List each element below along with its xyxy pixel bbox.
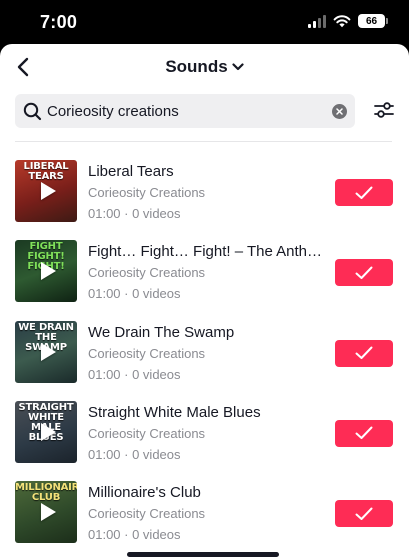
sound-list-item[interactable]: FIGHT FIGHT! FIGHT! Fight… Fight… Fight!… bbox=[0, 238, 409, 318]
album-cover[interactable]: FIGHT FIGHT! FIGHT! bbox=[15, 240, 77, 303]
status-icons: 66 bbox=[308, 14, 388, 28]
sound-list-item[interactable]: LIBERAL TEARS Liberal Tears Corieosity C… bbox=[0, 158, 409, 238]
sounds-sheet: Sounds Corieosity creations LIBERAL TEAR… bbox=[0, 44, 409, 560]
divider bbox=[15, 141, 392, 142]
select-sound-button[interactable] bbox=[335, 500, 393, 528]
sound-meta: 01:00 · 0 videos bbox=[88, 446, 181, 462]
search-icon bbox=[22, 101, 42, 121]
album-cover[interactable]: WE DRAIN THE SWAMP bbox=[15, 320, 77, 383]
sound-artist: Corieosity Creations bbox=[88, 506, 206, 522]
page-title-label: Sounds bbox=[165, 57, 228, 76]
sound-list-item[interactable]: STRAIGHT WHITE MALE BLUES Straight White… bbox=[0, 399, 409, 479]
sound-list-item[interactable]: MILLIONAIRE'S CLUB Millionaire's Club Co… bbox=[0, 479, 409, 559]
checkmark-icon bbox=[355, 346, 373, 360]
play-icon[interactable] bbox=[41, 262, 56, 281]
home-indicator bbox=[127, 552, 279, 557]
cellular-signal-icon bbox=[308, 14, 326, 28]
sound-list-item[interactable]: WE DRAIN THE SWAMP We Drain The Swamp Co… bbox=[0, 319, 409, 399]
status-bar: 7:00 66 bbox=[0, 0, 409, 44]
album-cover-text: LIBERAL TEARS bbox=[23, 161, 69, 182]
play-icon[interactable] bbox=[41, 422, 56, 441]
sound-list: LIBERAL TEARS Liberal Tears Corieosity C… bbox=[0, 158, 409, 559]
search-box bbox=[15, 94, 355, 128]
wifi-icon bbox=[333, 15, 351, 28]
sound-meta: 01:00 · 0 videos bbox=[88, 527, 181, 543]
status-time: 7:00 bbox=[40, 12, 78, 32]
sound-title[interactable]: Millionaire's Club bbox=[88, 484, 328, 501]
select-sound-button[interactable] bbox=[335, 339, 393, 367]
chevron-down-icon bbox=[232, 63, 244, 71]
sound-meta: 01:00 · 0 videos bbox=[88, 286, 181, 302]
sounds-dropdown[interactable]: Sounds bbox=[165, 57, 244, 77]
album-cover[interactable]: MILLIONAIRE'S CLUB bbox=[15, 481, 77, 544]
album-cover-text: MILLIONAIRE'S CLUB bbox=[15, 482, 77, 504]
checkmark-icon bbox=[355, 507, 373, 520]
search-input[interactable] bbox=[42, 96, 332, 126]
sound-meta: 01:00 · 0 videos bbox=[88, 366, 181, 382]
sound-title[interactable]: We Drain The Swamp bbox=[88, 324, 328, 341]
sound-title[interactable]: Liberal Tears bbox=[88, 163, 328, 180]
album-cover[interactable]: STRAIGHT WHITE MALE BLUES bbox=[15, 400, 77, 463]
sound-title[interactable]: Straight White Male Blues bbox=[88, 404, 328, 421]
checkmark-icon bbox=[355, 266, 373, 279]
play-icon[interactable] bbox=[41, 342, 56, 361]
select-sound-button[interactable] bbox=[335, 419, 393, 447]
battery-icon: 66 bbox=[358, 14, 388, 28]
search-row bbox=[0, 90, 409, 142]
select-sound-button[interactable] bbox=[335, 179, 393, 206]
album-cover[interactable]: LIBERAL TEARS bbox=[15, 160, 77, 222]
select-sound-button[interactable] bbox=[335, 259, 393, 287]
play-icon[interactable] bbox=[41, 182, 56, 200]
checkmark-icon bbox=[355, 186, 373, 199]
sound-title[interactable]: Fight… Fight… Fight! – The Anthe… bbox=[88, 243, 328, 260]
filter-sliders-icon[interactable] bbox=[373, 99, 395, 121]
sound-meta: 01:00 · 0 videos bbox=[88, 206, 181, 221]
sound-artist: Corieosity Creations bbox=[88, 265, 206, 281]
sound-artist: Corieosity Creations bbox=[88, 345, 206, 361]
play-icon[interactable] bbox=[41, 503, 56, 522]
clear-icon[interactable] bbox=[332, 103, 347, 119]
header: Sounds bbox=[0, 44, 409, 90]
sound-artist: Corieosity Creations bbox=[88, 185, 206, 200]
sound-artist: Corieosity Creations bbox=[88, 425, 206, 441]
checkmark-icon bbox=[355, 426, 373, 440]
page-title: Sounds bbox=[0, 57, 409, 77]
